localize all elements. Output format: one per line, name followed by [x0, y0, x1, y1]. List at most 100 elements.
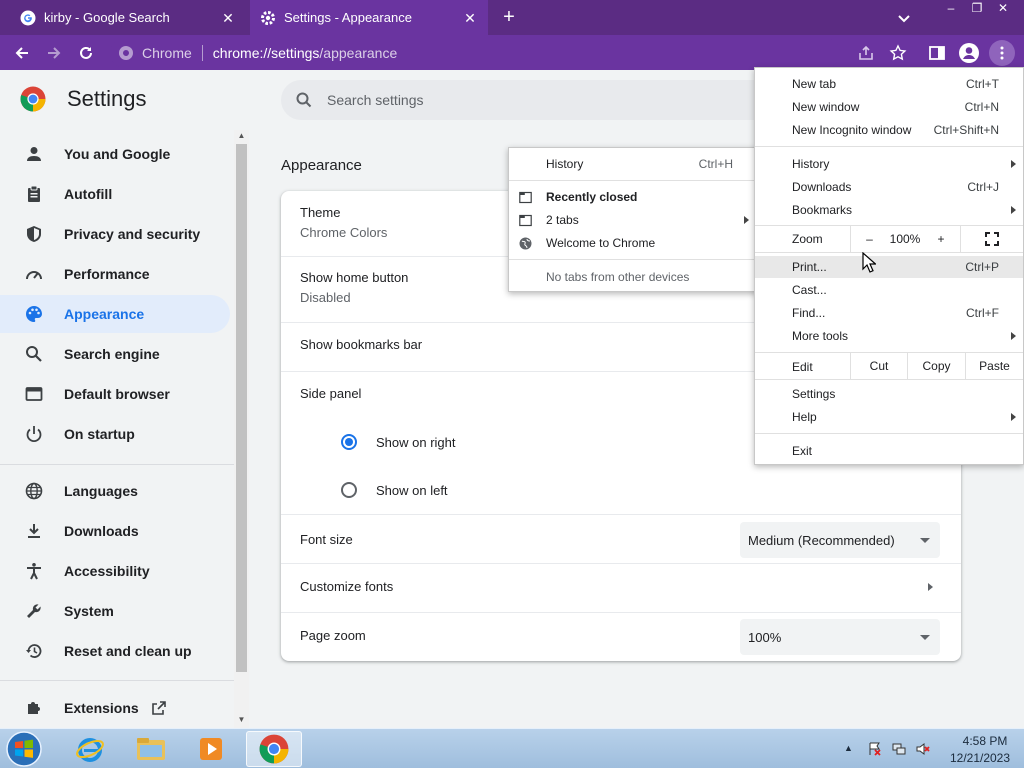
menu-item-label: Settings [792, 387, 836, 401]
forward-button[interactable] [42, 41, 66, 65]
search-placeholder: Search settings [327, 92, 424, 108]
sidebar-item-downloads[interactable]: Downloads [0, 512, 230, 550]
globe-icon [519, 237, 532, 249]
profile-button[interactable] [957, 41, 981, 65]
close-tab-icon[interactable]: ✕ [220, 10, 236, 26]
sidebar-item-extensions[interactable]: Extensions [0, 689, 230, 727]
start-button[interactable] [4, 730, 46, 768]
clock-date[interactable]: 12/21/2023 [943, 751, 1017, 765]
scroll-up-arrow-icon[interactable]: ▲ [234, 130, 249, 142]
paste-button[interactable]: Paste [965, 353, 1023, 379]
chrome-site-icon [119, 46, 133, 60]
person-icon [27, 147, 41, 161]
bookmarks-bar-title: Show bookmarks bar [300, 337, 423, 352]
share-button[interactable] [854, 41, 878, 65]
show-hidden-icons-icon[interactable]: ▲ [844, 743, 858, 757]
sidebar-item-accessibility[interactable]: Accessibility [0, 552, 230, 590]
media-player-icon [200, 738, 222, 760]
palette-icon [26, 306, 42, 322]
sidebar-item-search-engine[interactable]: Search engine [0, 335, 230, 373]
sidebar-item-on-startup[interactable]: On startup [0, 415, 230, 453]
radio-show-on-left[interactable] [341, 482, 357, 498]
chevron-down-icon[interactable] [895, 9, 913, 27]
sidebar-item-autofill[interactable]: Autofill [0, 175, 230, 213]
menu-item-new-incognito-window[interactable]: New Incognito window Ctrl+Shift+N [755, 119, 1023, 141]
minimize-button[interactable]: – [938, 0, 964, 18]
customize-fonts-row[interactable]: Customize fonts [281, 564, 961, 612]
menu-item-2-tabs[interactable]: 2 tabs [509, 209, 757, 231]
radio-show-on-right[interactable] [341, 434, 357, 450]
sidebar-item-performance[interactable]: Performance [0, 255, 230, 293]
menu-item-new-tab[interactable]: New tab Ctrl+T [755, 73, 1023, 95]
menu-item-new-window[interactable]: New window Ctrl+N [755, 96, 1023, 118]
home-button-title: Show home button [300, 270, 409, 285]
taskbar-internet-explorer[interactable] [62, 731, 118, 767]
clock-time[interactable]: 4:58 PM [954, 734, 1016, 748]
menu-item-print[interactable]: Print... Ctrl+P [755, 256, 1023, 278]
tab-settings[interactable]: Settings - Appearance ✕ [250, 0, 488, 35]
cut-button[interactable]: Cut [850, 353, 907, 379]
sidebar-item-default-browser[interactable]: Default browser [0, 375, 230, 413]
menu-item-welcome-to-chrome[interactable]: Welcome to Chrome [509, 232, 757, 254]
close-window-button[interactable]: ✕ [990, 0, 1016, 18]
sidebar-item-label: On startup [64, 426, 135, 442]
radio-label[interactable]: Show on right [376, 435, 456, 450]
zoom-in-button[interactable]: + [922, 226, 960, 252]
radio-label[interactable]: Show on left [376, 483, 448, 498]
sidebar-item-languages[interactable]: Languages [0, 472, 230, 510]
windows-taskbar: ▲ 4:58 PM 12/21/2023 [0, 728, 1024, 768]
sidebar-item-label: Performance [64, 266, 150, 282]
history-submenu: History Ctrl+H Recently closed 2 tabs We… [508, 147, 758, 292]
menu-item-help[interactable]: Help [755, 406, 1023, 428]
menu-item-shortcut: Ctrl+Shift+N [933, 123, 999, 137]
submenu-arrow-icon [1011, 160, 1016, 168]
copy-button[interactable]: Copy [907, 353, 965, 379]
chrome-menu-button[interactable] [989, 40, 1015, 66]
power-icon [26, 426, 42, 443]
menu-item-downloads[interactable]: Downloads Ctrl+J [755, 176, 1023, 198]
menu-item-label: Welcome to Chrome [546, 236, 656, 250]
fullscreen-button[interactable] [960, 226, 1023, 252]
sidebar-item-privacy-and-security[interactable]: Privacy and security [0, 215, 230, 253]
menu-item-more-tools[interactable]: More tools [755, 325, 1023, 347]
menu-item-settings[interactable]: Settings [755, 383, 1023, 405]
address-bar[interactable]: Chrome chrome://settings /appearance [110, 38, 840, 68]
restore-button[interactable]: ❐ [964, 0, 990, 18]
side-panel-button[interactable] [925, 41, 949, 65]
menu-item-find[interactable]: Find... Ctrl+F [755, 302, 1023, 324]
scroll-down-arrow-icon[interactable]: ▼ [234, 714, 249, 726]
sidebar-item-reset-and-clean-up[interactable]: Reset and clean up [0, 632, 230, 670]
sidebar-item-appearance[interactable]: Appearance [0, 295, 230, 333]
menu-item-history[interactable]: History [755, 153, 1023, 175]
font-size-dropdown[interactable]: Medium (Recommended) [740, 522, 940, 558]
accessibility-icon [27, 563, 41, 580]
volume-muted-icon[interactable] [916, 742, 930, 756]
page-zoom-dropdown[interactable]: 100% [740, 619, 940, 655]
taskbar-chrome[interactable] [246, 731, 302, 767]
network-icon[interactable] [892, 742, 906, 756]
close-tab-icon[interactable]: ✕ [462, 10, 478, 26]
sidebar-item-system[interactable]: System [0, 592, 230, 630]
submenu-arrow-icon [1011, 206, 1016, 214]
back-button[interactable] [10, 41, 34, 65]
globe-icon [25, 482, 43, 500]
zoom-out-button[interactable]: – [850, 226, 888, 252]
new-tab-button[interactable]: + [498, 6, 520, 28]
bookmark-star-button[interactable] [886, 41, 910, 65]
menu-item-history[interactable]: History Ctrl+H [509, 153, 757, 175]
reload-button[interactable] [74, 41, 98, 65]
scrollbar-thumb[interactable] [236, 144, 247, 672]
menu-item-cast[interactable]: Cast... [755, 279, 1023, 301]
tab-google-search[interactable]: kirby - Google Search ✕ [0, 0, 246, 35]
avatar-icon [959, 43, 979, 63]
taskbar-media-player[interactable] [183, 731, 239, 767]
menu-item-bookmarks[interactable]: Bookmarks [755, 199, 1023, 221]
action-center-flag-icon[interactable] [868, 742, 882, 756]
menu-item-exit[interactable]: Exit [755, 440, 1023, 462]
menu-item-shortcut: Ctrl+F [966, 306, 999, 320]
theme-title: Theme [300, 205, 341, 220]
taskbar-file-explorer[interactable] [123, 731, 179, 767]
zoom-level: 100% [889, 232, 921, 246]
menu-item-label: New tab [792, 77, 837, 91]
sidebar-item-you-and-google[interactable]: You and Google [0, 135, 230, 173]
